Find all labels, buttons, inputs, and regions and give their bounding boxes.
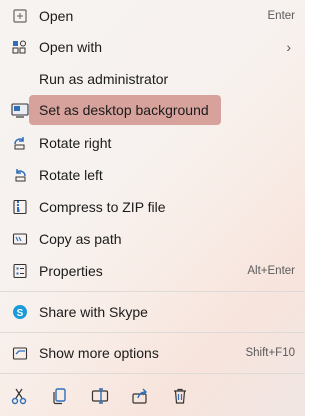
copy-button[interactable] [48,384,72,408]
menu-item-label: Open [39,8,74,24]
menu-item-show-more-options[interactable]: Show more options Shift+F10 [4,338,301,368]
context-menu: Open Enter Open with › Run as administra… [0,0,305,416]
delete-button[interactable] [168,384,192,408]
menu-item-share-skype[interactable]: S Share with Skype [4,297,301,327]
menu-item-compress-zip[interactable]: Compress to ZIP file [4,192,301,222]
menu-item-label: Copy as path [39,231,122,247]
share-button[interactable] [128,384,152,408]
open-with-icon [11,38,29,56]
menu-item-rotate-right[interactable]: Rotate right [4,128,301,158]
menu-item-label: Set as desktop background [39,102,209,118]
separator [0,332,305,333]
menu-item-run-as-administrator[interactable]: Run as administrator [4,64,301,94]
menu-item-label: Rotate right [39,135,112,151]
menu-item-set-desktop-background[interactable]: Set as desktop background [29,95,221,125]
menu-item-open-with[interactable]: Open with › [4,32,301,62]
menu-item-label: Properties [39,263,103,279]
chevron-right-icon: › [286,39,291,55]
menu-item-copy-as-path[interactable]: Copy as path [4,224,301,254]
menu-item-label: Show more options [39,345,159,361]
menu-item-label: Share with Skype [39,304,148,320]
menu-item-label: Rotate left [39,167,103,183]
skype-icon: S [11,303,29,321]
zip-icon [11,198,29,216]
shortcut-text: Enter [267,10,296,22]
rotate-left-icon [11,166,29,184]
separator [0,373,305,374]
desktop-background-icon [11,101,29,119]
menu-item-label: Run as administrator [39,71,169,87]
show-more-icon [11,344,29,362]
copy-icon [51,387,69,405]
shortcut-text: Alt+Enter [247,265,295,277]
rename-icon [91,387,109,405]
open-icon [11,7,29,25]
delete-icon [171,387,189,405]
cut-icon [10,387,28,405]
menu-item-properties[interactable]: Properties Alt+Enter [4,256,301,286]
menu-item-rotate-left[interactable]: Rotate left [4,160,301,190]
separator [0,291,305,292]
share-icon [131,387,149,405]
menu-item-open[interactable]: Open Enter [4,1,301,31]
shortcut-text: Shift+F10 [245,347,295,359]
rotate-right-icon [11,134,29,152]
svg-text:S: S [17,308,24,319]
cut-button[interactable] [7,384,31,408]
menu-item-label: Open with [39,39,103,55]
rename-button[interactable] [88,384,112,408]
copy-path-icon [11,230,29,248]
properties-icon [11,262,29,280]
menu-item-label: Compress to ZIP file [39,199,166,215]
